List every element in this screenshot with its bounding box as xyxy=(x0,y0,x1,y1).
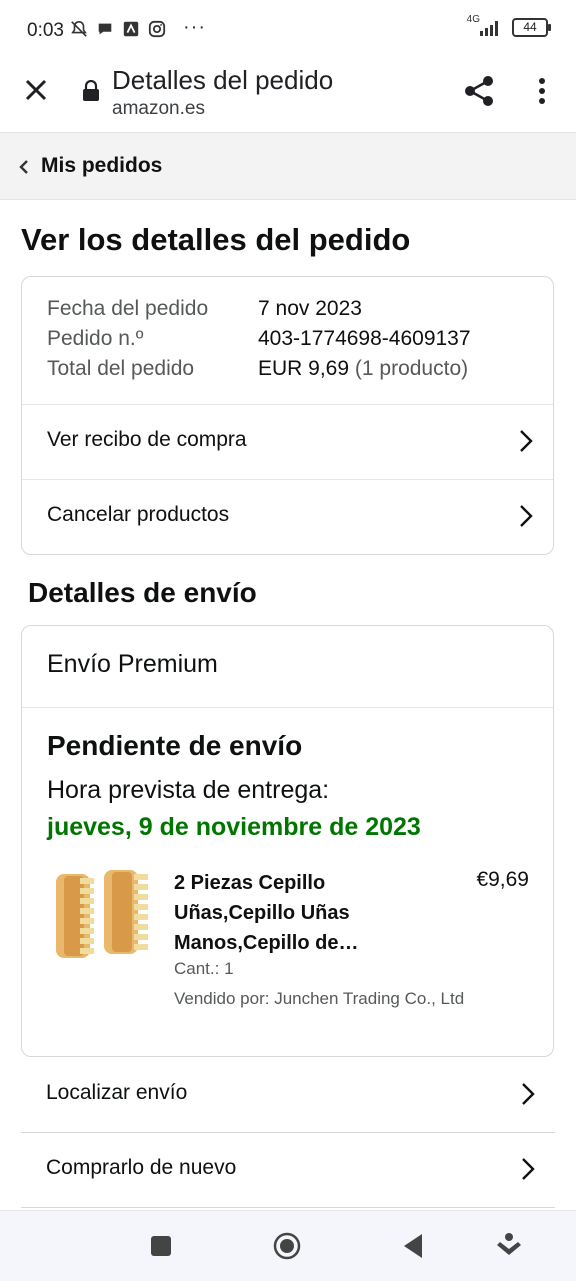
chevron-right-icon xyxy=(522,1158,535,1180)
network-type: 4G xyxy=(466,14,480,25)
chevron-right-icon xyxy=(522,1083,535,1105)
product-price: €9,69 xyxy=(476,868,529,891)
shipment-card: Envío Premium Pendiente de envío Hora pr… xyxy=(21,625,554,1057)
download-icon[interactable] xyxy=(494,1231,524,1261)
instagram-icon xyxy=(148,20,166,38)
chevron-right-icon xyxy=(520,505,533,527)
app-icon xyxy=(123,21,139,37)
chevron-left-icon xyxy=(19,160,28,174)
order-number-label: Pedido n.º xyxy=(47,327,144,350)
eta-label: Hora prevista de entrega: xyxy=(47,776,330,804)
chevron-right-icon xyxy=(520,430,533,452)
signal-icon xyxy=(480,20,498,36)
notification-icons xyxy=(70,20,166,38)
more-notifications: ··· xyxy=(183,16,206,38)
more-vert-icon[interactable] xyxy=(530,76,554,106)
order-date-label: Fecha del pedido xyxy=(47,297,209,320)
order-summary-card: Fecha del pedido 7 nov 2023 Pedido n.º 4… xyxy=(21,276,554,555)
cancel-products-label: Cancelar productos xyxy=(47,503,230,526)
order-total-count: (1 producto) xyxy=(354,357,469,380)
product-image[interactable] xyxy=(50,866,150,962)
shipping-type: Envío Premium xyxy=(47,650,218,678)
status-time: 0:03 xyxy=(27,20,64,41)
share-icon[interactable] xyxy=(462,74,496,108)
page-title: Detalles del pedido xyxy=(112,65,334,95)
battery-icon: 44 xyxy=(512,18,551,37)
shipping-section-title: Detalles de envío xyxy=(28,577,257,608)
shipment-status: Pendiente de envío xyxy=(47,730,303,761)
close-icon[interactable] xyxy=(22,76,50,104)
order-number-value: 403-1774698-4609137 xyxy=(258,327,471,350)
status-bar: 0:03 ··· 4G 44 xyxy=(0,0,576,60)
product-quantity: Cant.: 1 xyxy=(174,959,234,978)
order-total-value-wrap: EUR 9,69 (1 producto) xyxy=(258,357,468,381)
product-seller: Vendido por: Junchen Trading Co., Ltd xyxy=(174,989,465,1008)
view-receipt-label: Ver recibo de compra xyxy=(47,428,247,451)
view-receipt-link[interactable]: Ver recibo de compra xyxy=(22,405,553,479)
track-shipment-label: Localizar envío xyxy=(46,1081,188,1104)
bell-off-icon xyxy=(71,20,87,37)
breadcrumb[interactable]: Mis pedidos xyxy=(0,132,576,200)
system-nav-bar xyxy=(0,1210,576,1281)
eta-date: jueves, 9 de noviembre de 2023 xyxy=(47,813,421,841)
page-url[interactable]: amazon.es xyxy=(112,98,205,120)
back-icon[interactable] xyxy=(398,1231,428,1261)
buy-again-label: Comprarlo de nuevo xyxy=(46,1156,237,1179)
lock-icon xyxy=(83,80,99,101)
divider xyxy=(22,707,553,708)
status-right: 4G 44 xyxy=(467,14,551,37)
order-date-value: 7 nov 2023 xyxy=(258,297,362,320)
browser-toolbar: Detalles del pedido amazon.es xyxy=(0,60,576,132)
buy-again-link[interactable]: Comprarlo de nuevo xyxy=(21,1133,555,1208)
order-total-value: EUR 9,69 xyxy=(258,357,350,380)
order-total-label: Total del pedido xyxy=(47,357,195,380)
breadcrumb-label[interactable]: Mis pedidos xyxy=(41,154,162,178)
chat-icon xyxy=(98,23,112,35)
home-circle-icon[interactable] xyxy=(272,1231,302,1261)
main-title: Ver los detalles del pedido xyxy=(21,222,411,257)
product-title[interactable]: 2 Piezas Cepillo Uñas,Cepillo Uñas Manos… xyxy=(174,868,384,958)
square-icon[interactable] xyxy=(146,1231,176,1261)
track-shipment-link[interactable]: Localizar envío xyxy=(21,1058,555,1133)
cancel-products-link[interactable]: Cancelar productos xyxy=(22,480,553,554)
